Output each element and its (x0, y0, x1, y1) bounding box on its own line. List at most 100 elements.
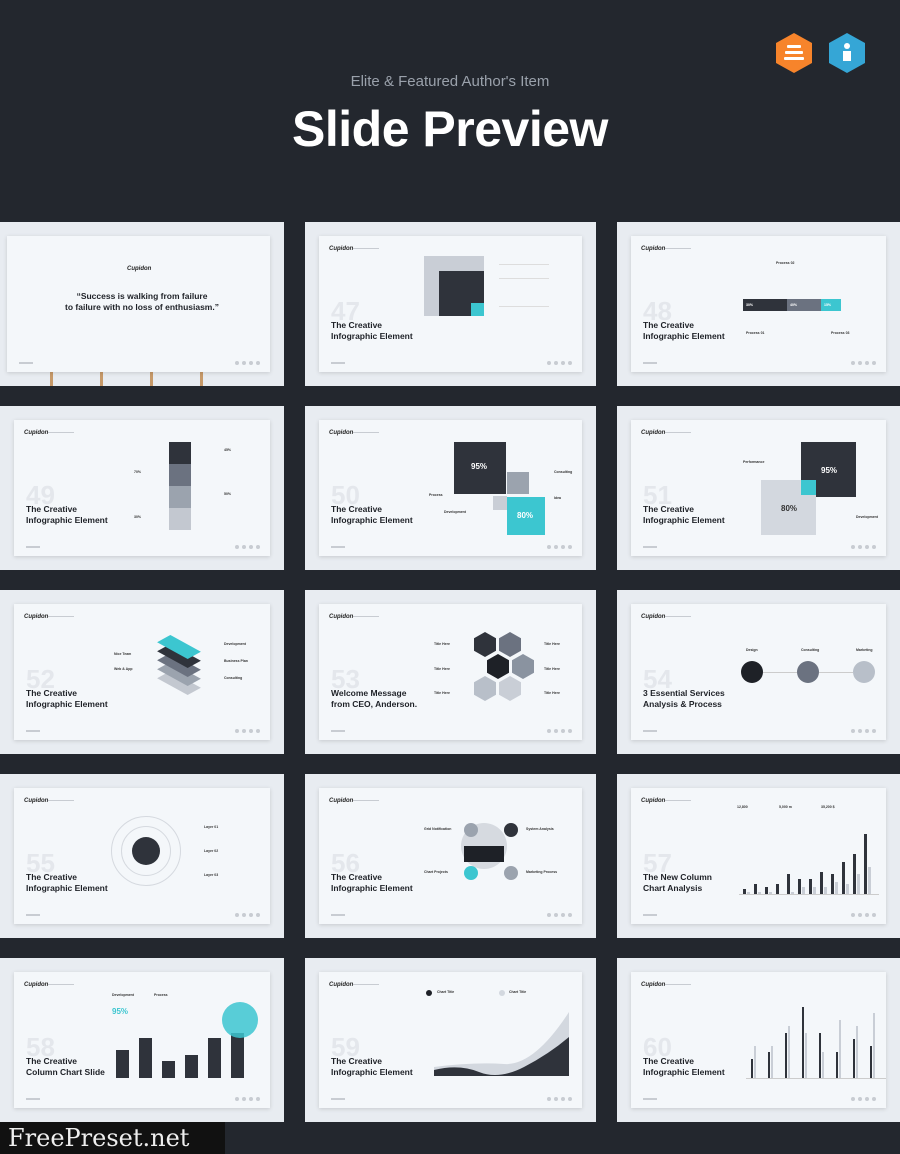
slide-footer (643, 362, 657, 364)
chart-bar (768, 1052, 770, 1078)
logo-tagline (353, 616, 379, 617)
chart-bar (820, 871, 823, 894)
slide-label: 95% (471, 462, 488, 471)
chart-bar (802, 1006, 804, 1078)
chart-bar (835, 881, 838, 894)
social-icons (235, 361, 260, 365)
hexagon-icon (499, 632, 521, 657)
slide-label: 35,200 $ (821, 805, 835, 809)
chart-bar (116, 1049, 129, 1078)
slide-label: Design (746, 648, 758, 652)
slide-title: Welcome Message from CEO, Anderson. (331, 688, 418, 709)
logo-tagline (48, 984, 74, 985)
chart-bar (139, 1038, 152, 1078)
hexagon-icon (512, 654, 534, 679)
social-icons (547, 361, 572, 365)
slide-thumbnail[interactable]: Cupidon 47 The Creative Infographic Elem… (305, 222, 596, 386)
social-icons (235, 1097, 260, 1101)
slide-footer (331, 1098, 345, 1100)
slide-thumbnail[interactable]: Cupidon 50 The Creative Infographic Elem… (305, 406, 596, 570)
circle-icon (853, 661, 875, 683)
slide-title: The Creative Infographic Element (26, 504, 108, 525)
slide-footer (26, 730, 40, 732)
chart-bar (798, 879, 801, 894)
slide-label: Idea (554, 496, 562, 500)
shape (493, 496, 507, 510)
chart-bar (853, 854, 856, 894)
slide-label: Grid Notification (424, 827, 452, 831)
logo-tagline (665, 616, 691, 617)
chart-bar (856, 1026, 858, 1078)
logo: Cupidon (641, 246, 666, 252)
shape (169, 464, 191, 486)
send-icon (222, 1002, 258, 1038)
social-icons (235, 913, 260, 917)
slide-label: Chart Title (437, 990, 455, 994)
slide-label: Layer 02 (204, 849, 219, 853)
chart-bar (857, 874, 860, 894)
slide-thumbnail[interactable]: Cupidon 53 Welcome Message from CEO, And… (305, 590, 596, 754)
slide: Cupidon 47 The Creative Infographic Elem… (319, 236, 582, 372)
slide: Cupidon 60 The Creative Infographic Elem… (631, 972, 886, 1108)
slide-thumbnail[interactable]: Cupidon 49 The Creative Infographic Elem… (0, 406, 284, 570)
slide-label: Development (444, 510, 466, 514)
slide: Cupidon 55 The Creative Infographic Elem… (14, 788, 270, 924)
shape (507, 472, 529, 494)
area-chart (434, 1012, 569, 1076)
slide-thumbnail[interactable]: Cupidon 48 The Creative Infographic Elem… (617, 222, 900, 386)
logo-tagline (665, 800, 691, 801)
chart-bar (822, 1052, 824, 1078)
slide-thumbnail[interactable]: Cupidon 60 The Creative Infographic Elem… (617, 958, 900, 1122)
circle-icon (504, 866, 518, 880)
slide-title: The Creative Infographic Element (331, 1056, 413, 1077)
slide-label: Business Plan (224, 659, 248, 663)
social-icons (851, 361, 876, 365)
slide-label: Marketing (856, 648, 873, 652)
slide-label: Performance (743, 460, 765, 464)
slide-label: Title Here (544, 642, 560, 646)
slide-label: 80% (781, 504, 798, 513)
logo: Cupidon (127, 266, 152, 272)
slide-label: 95% (821, 466, 838, 475)
logo-tagline (665, 432, 691, 433)
slide-thumbnail[interactable]: Cupidon 57 The New Column Chart Analysis… (617, 774, 900, 938)
slide-footer (643, 546, 657, 548)
logo: Cupidon (329, 430, 354, 436)
slide-label: Development (856, 515, 878, 519)
chart-bar (754, 1045, 756, 1078)
slide-label: Title Here (544, 691, 560, 695)
slide-label: Title Here (434, 642, 450, 646)
hexagon-icon (474, 632, 496, 657)
slide-thumbnail[interactable]: Cupidon 58 The Creative Column Chart Sli… (0, 958, 284, 1122)
slide-thumbnail[interactable]: Cupidon 52 The Creative Infographic Elem… (0, 590, 284, 754)
slide: Cupidon 50 The Creative Infographic Elem… (319, 420, 582, 556)
slide-thumbnail[interactable]: Cupidon 59 The Creative Infographic Elem… (305, 958, 596, 1122)
chart-bar (802, 886, 805, 894)
chart-bar (785, 1032, 787, 1078)
slide-footer (331, 362, 345, 364)
chart-bar (231, 1032, 244, 1078)
slide-label: Chart Projects (424, 870, 448, 874)
slide-thumbnail[interactable]: Cupidon 55 The Creative Infographic Elem… (0, 774, 284, 938)
slide: Cupidon 54 3 Essential Services Analysis… (631, 604, 886, 740)
social-icons (547, 545, 572, 549)
logo: Cupidon (24, 982, 49, 988)
slide-thumbnail[interactable]: Cupidon “Success is walking from failure… (0, 222, 284, 386)
slide-thumbnail[interactable]: Cupidon 54 3 Essential Services Analysis… (617, 590, 900, 754)
shape (471, 303, 484, 316)
logo: Cupidon (641, 614, 666, 620)
slide: Cupidon 58 The Creative Column Chart Sli… (14, 972, 270, 1108)
social-icons (851, 913, 876, 917)
slide-title: The Creative Infographic Element (643, 320, 725, 341)
chart-bar (765, 886, 768, 894)
slide-thumbnail[interactable]: Cupidon 56 The Creative Infographic Elem… (305, 774, 596, 938)
chart-bar (836, 1052, 838, 1078)
logo: Cupidon (329, 982, 354, 988)
slide: Cupidon 48 The Creative Infographic Elem… (631, 236, 886, 372)
slide-thumbnail[interactable]: Cupidon 51 The Creative Infographic Elem… (617, 406, 900, 570)
slide: Cupidon 56 The Creative Infographic Elem… (319, 788, 582, 924)
slide-footer (19, 362, 33, 364)
logo: Cupidon (24, 798, 49, 804)
logo: Cupidon (329, 798, 354, 804)
logo-tagline (353, 984, 379, 985)
